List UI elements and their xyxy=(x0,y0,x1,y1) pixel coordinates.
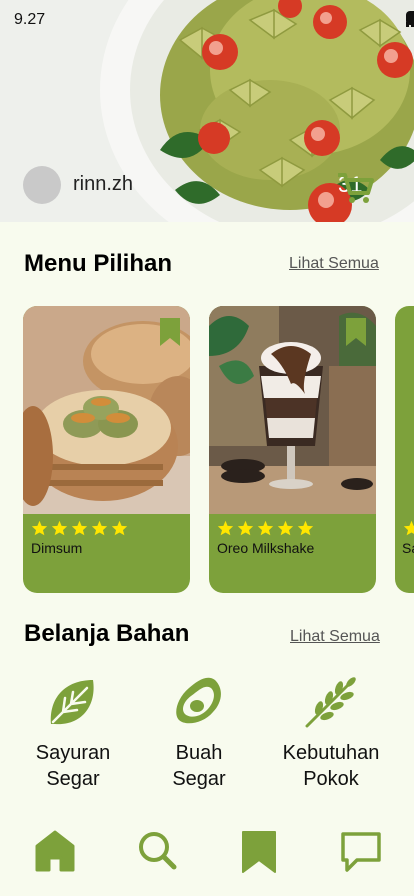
star-icon xyxy=(277,520,294,536)
bookmark-icon[interactable] xyxy=(160,318,180,346)
menu-card-dimsum[interactable]: Dimsum xyxy=(23,306,190,593)
avocado-icon xyxy=(176,677,221,724)
rating-stars xyxy=(217,520,314,536)
menu-card-partial[interactable]: Sa xyxy=(395,306,414,593)
star-icon xyxy=(403,520,414,536)
nav-search[interactable] xyxy=(137,830,177,877)
card-name: Oreo Milkshake xyxy=(217,540,315,556)
hero-banner: 9.27 rinn.zh 31 xyxy=(0,0,414,222)
star-icon xyxy=(257,520,274,536)
card-name: Sa xyxy=(402,540,414,556)
battery-icon xyxy=(406,11,414,25)
bottom-nav xyxy=(0,820,414,896)
shop-see-all-link[interactable]: Lihat Semua xyxy=(290,628,380,646)
rating-stars xyxy=(31,520,128,536)
chat-icon xyxy=(341,832,381,872)
status-time: 9.27 xyxy=(14,11,46,28)
category-label: Kebutuhan Pokok xyxy=(282,742,380,790)
category-sayuran-segar[interactable]: Sayuran Segar xyxy=(13,676,133,792)
star-icon xyxy=(51,520,68,536)
star-icon xyxy=(217,520,234,536)
nav-bookmark[interactable] xyxy=(241,830,277,879)
avatar[interactable] xyxy=(23,166,61,204)
search-icon xyxy=(139,832,177,870)
star-icon xyxy=(31,520,48,536)
wheat-icon xyxy=(305,677,356,728)
menu-card-oreo-milkshake[interactable]: Oreo Milkshake xyxy=(209,306,376,593)
category-buah-segar[interactable]: Buah Segar xyxy=(139,676,259,792)
star-icon xyxy=(111,520,128,536)
cart-icon xyxy=(338,173,374,203)
category-label: Sayuran Segar xyxy=(35,742,111,790)
shop-section-title: Belanja Bahan xyxy=(24,620,190,647)
menu-see-all-link[interactable]: Lihat Semua xyxy=(289,255,379,273)
bookmark-icon xyxy=(242,831,276,873)
card-name: Dimsum xyxy=(31,540,83,556)
category-kebutuhan-pokok[interactable]: Kebutuhan Pokok xyxy=(271,676,391,792)
nav-chat[interactable] xyxy=(339,830,383,879)
cart-button[interactable]: 31 xyxy=(338,172,374,203)
leaf-icon xyxy=(50,680,94,725)
star-icon xyxy=(297,520,314,536)
star-icon xyxy=(237,520,254,536)
home-icon xyxy=(35,830,75,872)
menu-section-title: Menu Pilihan xyxy=(24,250,173,277)
star-icon xyxy=(91,520,108,536)
food-photo xyxy=(395,306,414,514)
rating-stars xyxy=(403,520,414,536)
star-icon xyxy=(71,520,88,536)
bookmark-icon[interactable] xyxy=(346,318,366,346)
nav-home[interactable] xyxy=(35,830,75,877)
username: rinn.zh xyxy=(73,173,134,195)
category-label: Buah Segar xyxy=(172,742,226,790)
